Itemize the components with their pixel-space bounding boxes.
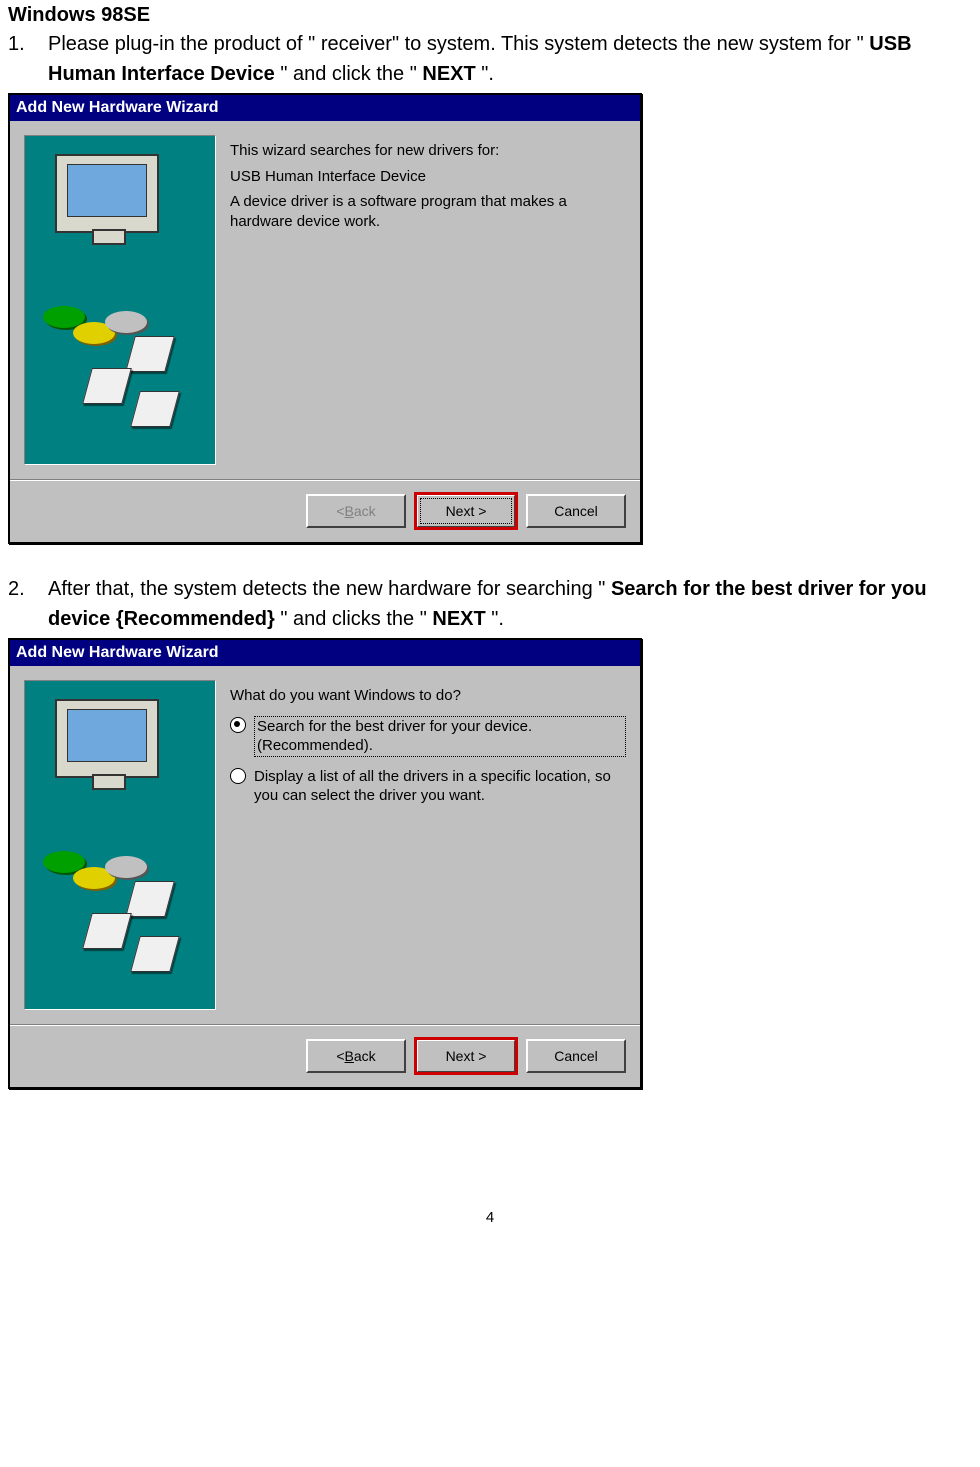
button-label: Cancel [554,503,598,519]
page-number: 4 [8,1209,972,1226]
wizard-intro-text: This wizard searches for new drivers for… [230,141,626,161]
cancel-button[interactable]: Cancel [526,1039,626,1073]
cd-icon [105,856,147,878]
button-accel: B [345,503,354,519]
wizard-screenshot-2: Add New Hardware Wizard What do you want… [8,638,642,1089]
monitor-icon [55,154,159,233]
radio-label: Display a list of all the drivers in a s… [254,767,626,806]
button-label: ack [354,503,376,519]
button-label: Next > [446,503,487,519]
emphasis: NEXT [432,608,485,630]
text: After that, the system detects the new h… [48,578,611,600]
wizard-content: This wizard searches for new drivers for… [230,135,626,465]
radio-icon [230,717,246,733]
text: " and clicks the " [275,608,433,630]
button-label: ack [354,1048,376,1064]
floppy-icon [125,881,175,917]
next-button[interactable]: Next > [416,1039,516,1073]
wizard-description: A device driver is a software program th… [230,192,626,231]
radio-option-recommended[interactable]: Search for the best driver for your devi… [230,716,626,757]
detected-device-name: USB Human Interface Device [230,167,626,187]
radio-label: Search for the best driver for your devi… [254,716,626,757]
floppy-icon [125,336,175,372]
step-text: Please plug-in the product of " receiver… [48,29,972,89]
wizard-question: What do you want Windows to do? [230,686,626,706]
step-number: 1. [8,29,48,89]
next-button[interactable]: Next > [416,494,516,528]
floppy-icon [82,913,132,949]
text: ". [476,63,494,85]
text: " and click the " [275,63,423,85]
button-label: Next > [446,1048,487,1064]
button-accel: B [345,1048,354,1064]
wizard-side-graphic [24,680,216,1010]
emphasis: NEXT [422,63,475,85]
monitor-icon [55,699,159,778]
cancel-button[interactable]: Cancel [526,494,626,528]
text: Please plug-in the product of " receiver… [48,33,869,55]
section-heading: Windows 98SE [8,4,972,27]
floppy-icon [130,936,180,972]
radio-icon [230,768,246,784]
wizard-button-bar: < Back Next > Cancel [10,1024,640,1087]
cd-icon [105,311,147,333]
step-2: 2. After that, the system detects the ne… [8,574,972,634]
back-button[interactable]: < Back [306,1039,406,1073]
floppy-icon [130,391,180,427]
wizard-button-bar: < Back Next > Cancel [10,479,640,542]
floppy-icon [82,368,132,404]
wizard-screenshot-1: Add New Hardware Wizard This wizard sear… [8,93,642,544]
wizard-content: What do you want Windows to do? Search f… [230,680,626,1010]
text: ". [486,608,504,630]
back-button[interactable]: < Back [306,494,406,528]
wizard-side-graphic [24,135,216,465]
window-title: Add New Hardware Wizard [10,640,640,666]
radio-option-list[interactable]: Display a list of all the drivers in a s… [230,767,626,806]
button-label: Cancel [554,1048,598,1064]
step-text: After that, the system detects the new h… [48,574,972,634]
step-1: 1. Please plug-in the product of " recei… [8,29,972,89]
button-label: < [336,1048,344,1064]
step-number: 2. [8,574,48,634]
window-title: Add New Hardware Wizard [10,95,640,121]
button-label: < [336,503,344,519]
